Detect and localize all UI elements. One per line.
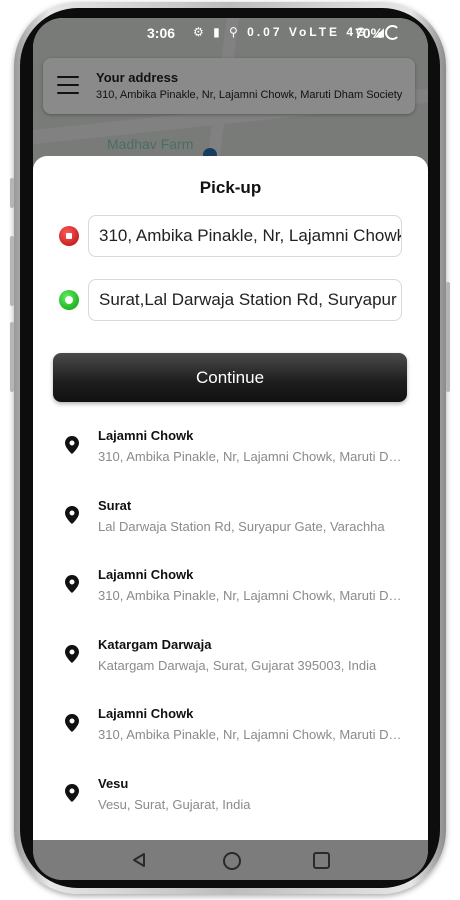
suggestion-list: Lajamni Chowk 310, Ambika Pinakle, Nr, L… xyxy=(33,424,428,842)
status-time: 3:06 xyxy=(147,25,176,41)
back-icon[interactable] xyxy=(131,852,147,868)
drop-marker-icon xyxy=(59,290,79,310)
location-pin-icon xyxy=(65,505,79,524)
location-pin-icon xyxy=(65,783,79,802)
suggestion-item[interactable]: Vesu Vesu, Surat, Gujarat, India xyxy=(33,772,428,842)
suggestion-item[interactable]: Katargam Darwaja Katargam Darwaja, Surat… xyxy=(33,633,428,703)
suggestion-name: Vesu xyxy=(98,775,129,791)
suggestion-name: Lajamni Chowk xyxy=(98,428,194,443)
menu-icon[interactable] xyxy=(57,76,79,96)
suggestion-address: Katargam Darwaja, Surat, Gujarat 395003,… xyxy=(98,657,377,673)
app-screen: Madhav Farm 3:06 ⚙ ▮ ⚲ 0.07 VoLTE 4G ◢ 7… xyxy=(33,18,428,880)
battery-level: 70% xyxy=(355,25,384,41)
suggestion-item[interactable]: Surat Lal Darwaja Station Rd, Suryapur G… xyxy=(33,494,428,564)
pickup-marker-icon xyxy=(59,226,79,246)
suggestion-address: Vesu, Surat, Gujarat, India xyxy=(98,796,251,812)
suggestion-address: Lal Darwaja Station Rd, Suryapur Gate, V… xyxy=(98,518,385,534)
suggestion-name: Surat xyxy=(98,497,132,513)
phone-power-button xyxy=(446,282,450,392)
suggestion-item[interactable]: Lajamni Chowk 310, Ambika Pinakle, Nr, L… xyxy=(33,702,428,772)
sheet-title: Pick-up xyxy=(199,178,262,197)
recent-apps-icon[interactable] xyxy=(313,852,330,869)
drop-input[interactable]: Surat,Lal Darwaja Station Rd, Suryapur G… xyxy=(88,279,402,321)
address-text: 310, Ambika Pinakle, Nr, Lajamni Chowk, … xyxy=(96,89,403,101)
phone-volume-button xyxy=(10,236,14,306)
suggestion-item[interactable]: Lajamni Chowk 310, Ambika Pinakle, Nr, L… xyxy=(33,424,428,494)
phone-volume-button xyxy=(10,322,14,392)
location-pin-icon xyxy=(65,575,79,594)
location-pin-icon xyxy=(65,714,79,733)
address-title: Your address xyxy=(96,70,179,85)
battery-icon xyxy=(385,25,400,40)
status-bar: 3:06 ⚙ ▮ ⚲ 0.07 VoLTE 4G ◢ 70% xyxy=(33,18,428,48)
suggestion-name: Lajamni Chowk xyxy=(98,567,194,583)
phone-side-button xyxy=(10,178,14,208)
suggestion-address: 310, Ambika Pinakle, Nr, Lajamni Chowk, … xyxy=(98,588,408,604)
suggestion-item[interactable]: Lajamni Chowk 310, Ambika Pinakle, Nr, L… xyxy=(33,563,428,633)
location-pin-icon xyxy=(65,644,79,663)
home-icon[interactable] xyxy=(223,852,241,870)
suggestion-address: 310, Ambika Pinakle, Nr, Lajamni Chowk, … xyxy=(98,449,408,464)
pickup-input[interactable]: 310, Ambika Pinakle, Nr, Lajamni Chowk xyxy=(88,215,402,257)
system-nav-bar xyxy=(33,840,428,880)
continue-button[interactable]: Continue xyxy=(53,353,407,402)
address-bar[interactable]: Your address 310, Ambika Pinakle, Nr, La… xyxy=(43,58,415,114)
suggestion-name: Lajamni Chowk xyxy=(98,706,194,722)
location-pin-icon xyxy=(65,436,79,454)
pickup-sheet: Pick-up 310, Ambika Pinakle, Nr, Lajamni… xyxy=(33,156,428,840)
suggestion-name: Katargam Darwaja xyxy=(98,636,212,652)
suggestion-address: 310, Ambika Pinakle, Nr, Lajamni Chowk, … xyxy=(98,727,408,743)
